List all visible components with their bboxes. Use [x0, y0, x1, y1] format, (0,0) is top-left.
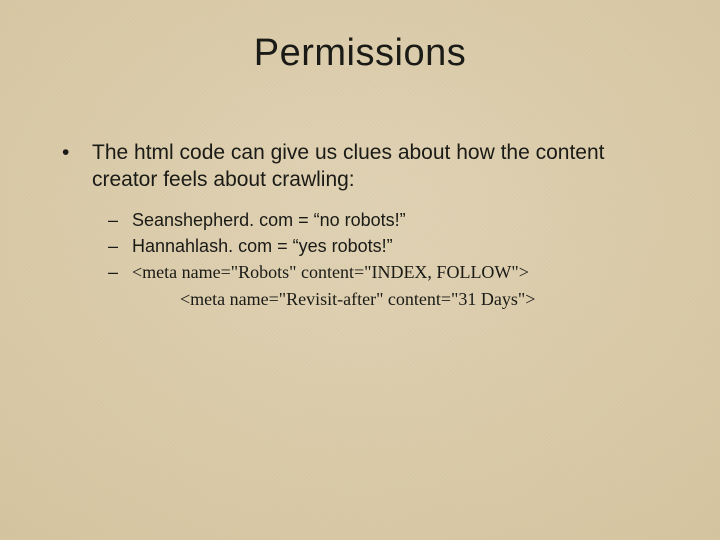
sub-item-1-text: Seanshepherd. com = “no robots!”	[132, 208, 670, 232]
bullet-dot-icon: •	[60, 140, 92, 194]
dash-icon: –	[108, 208, 132, 232]
sub-item-3b-text: <meta name="Revisit-after" content="31 D…	[180, 287, 670, 311]
sub-item-3: – <meta name="Robots" content="INDEX, FO…	[108, 260, 670, 284]
sub-item-1: – Seanshepherd. com = “no robots!”	[108, 208, 670, 232]
dash-icon: –	[108, 234, 132, 258]
sub-item-2: – Hannahlash. com = “yes robots!”	[108, 234, 670, 258]
sub-item-2-text: Hannahlash. com = “yes robots!”	[132, 234, 670, 258]
bullet-main: • The html code can give us clues about …	[60, 140, 670, 194]
slide: Permissions • The html code can give us …	[0, 0, 720, 540]
dash-icon: –	[108, 260, 132, 284]
bullet-main-text: The html code can give us clues about ho…	[92, 140, 670, 194]
slide-body: • The html code can give us clues about …	[60, 140, 670, 311]
slide-title: Permissions	[0, 0, 720, 75]
sub-list: – Seanshepherd. com = “no robots!” – Han…	[108, 208, 670, 311]
sub-item-3-text: <meta name="Robots" content="INDEX, FOLL…	[132, 260, 670, 284]
